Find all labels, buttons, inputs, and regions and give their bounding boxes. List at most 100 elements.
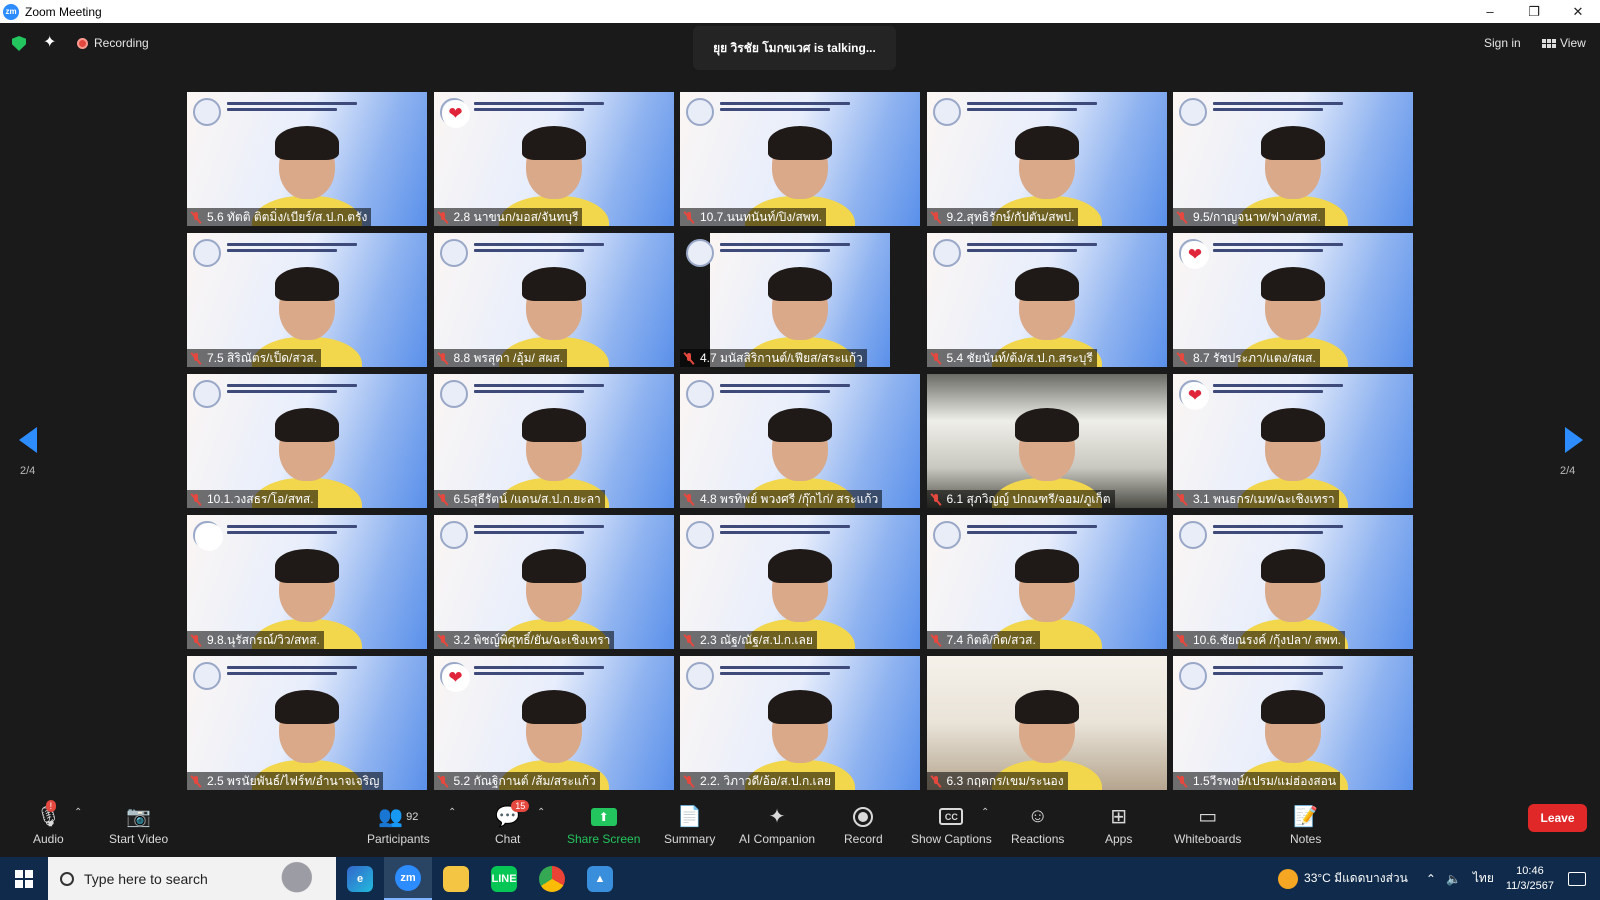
participant-tile[interactable]: 10.6.ชัยณรงค์ /กุ้งปลา/ สพท. bbox=[1173, 515, 1413, 649]
participants-count: 92 bbox=[406, 810, 419, 823]
mic-muted-icon bbox=[683, 352, 695, 365]
seal-icon bbox=[932, 521, 961, 549]
grid-view-icon bbox=[1542, 38, 1556, 48]
recording-label[interactable]: Recording bbox=[94, 36, 149, 50]
participant-tile[interactable]: 9.2.สุทธิรักษ์/กัปตัน/สพป. bbox=[926, 92, 1167, 226]
participant-name: 9.5/กาญจนาท/ฟาง/สทส. bbox=[1193, 209, 1321, 224]
ai-companion-icon: ✦ bbox=[768, 806, 786, 828]
participant-tile[interactable]: 6.5สุธีรัตน์ /แดน/ส.ป.ก.ยะลา bbox=[433, 374, 674, 508]
share-screen-button[interactable]: ⬆ Share Screen bbox=[567, 803, 640, 846]
participant-name-tag: 2.2. วิภาวดี/อ้อ/ส.ป.ก.เลย bbox=[680, 772, 836, 790]
seal-icon bbox=[1179, 521, 1207, 549]
participant-tile[interactable]: 6.1 สุภวิญญ์ ปกณฑรี/จอม/ภูเก็ต bbox=[926, 374, 1167, 508]
participant-tile[interactable]: 4.7 มนัสสิริกานต์/เฟียส/สระแก้ว bbox=[680, 233, 920, 367]
participant-tile[interactable]: 😂 9.8.นุรัสกรณ์/วิว/สทส. bbox=[187, 515, 427, 649]
record-label: Record bbox=[844, 832, 883, 846]
participant-tile[interactable]: 2.2. วิภาวดี/อ้อ/ส.ป.ก.เลย bbox=[680, 656, 920, 790]
mic-muted-icon bbox=[683, 775, 695, 788]
participant-tile[interactable]: ❤ 3.1 พนธกร/เมท/ฉะเชิงเทรา bbox=[1173, 374, 1413, 508]
participant-tile[interactable]: 6.3 กฤตกร/เขม/ระนอง bbox=[926, 656, 1167, 790]
summary-button[interactable]: 📄 Summary bbox=[664, 803, 715, 846]
seal-icon bbox=[193, 662, 221, 690]
participant-tile[interactable]: ❤ 5.2 กัณฐิกานต์ /ส้ม/สระแก้ว bbox=[433, 656, 674, 790]
close-button[interactable]: ✕ bbox=[1556, 0, 1600, 23]
apps-label: Apps bbox=[1105, 832, 1133, 846]
taskbar-search[interactable]: Type here to search bbox=[48, 857, 336, 900]
participants-options-caret-icon[interactable]: ⌃ bbox=[448, 807, 456, 818]
chat-button[interactable]: 💬 15 Chat bbox=[495, 800, 530, 846]
seal-icon bbox=[686, 380, 714, 408]
minimize-button[interactable]: – bbox=[1468, 0, 1512, 23]
show-hidden-icons-chevron-icon[interactable]: ⌃ bbox=[1426, 872, 1436, 886]
participant-tile[interactable]: ❤ 8.7 รัชประภา/แตง/สผส. bbox=[1173, 233, 1413, 367]
mic-muted-icon bbox=[683, 211, 695, 224]
participant-name-tag: 6.1 สุภวิญญ์ ปกณฑรี/จอม/ภูเก็ต bbox=[926, 490, 1115, 508]
seal-icon bbox=[686, 239, 714, 267]
sign-in-link[interactable]: Sign in bbox=[1484, 36, 1521, 50]
mic-muted-icon bbox=[930, 775, 942, 788]
record-button[interactable]: Record bbox=[844, 803, 883, 846]
notifications-icon[interactable] bbox=[1568, 871, 1586, 886]
mic-muted-icon bbox=[1176, 211, 1188, 224]
audio-button[interactable]: 🎙! Audio bbox=[33, 800, 64, 846]
leave-button[interactable]: Leave bbox=[1528, 804, 1587, 832]
taskbar-zoom[interactable]: zm bbox=[384, 857, 432, 900]
participant-tile[interactable]: 7.5 สิริณัตร/เป็ด/สวส. bbox=[187, 233, 427, 367]
participant-name-tag: 7.4 กิตติ/กิต/สวส. bbox=[926, 631, 1040, 649]
participant-tile[interactable]: 10.1.วงสธร/โอ/สทส. bbox=[187, 374, 427, 508]
windows-taskbar: Type here to search e zm LINE ▲ 33°C มีแ… bbox=[0, 857, 1600, 900]
taskbar-edge[interactable]: e bbox=[336, 857, 384, 900]
participant-tile[interactable]: 8.8 พรสุดา /อุ้ม/ สผส. bbox=[433, 233, 674, 367]
next-page-arrow-icon[interactable] bbox=[1565, 427, 1583, 453]
participant-tile[interactable]: 9.5/กาญจนาท/ฟาง/สทส. bbox=[1173, 92, 1413, 226]
ai-sparkle-icon[interactable]: ✦ bbox=[43, 32, 56, 52]
participants-button[interactable]: 👥 92 Participants bbox=[367, 803, 430, 846]
view-button[interactable]: View bbox=[1542, 36, 1586, 50]
chat-options-caret-icon[interactable]: ⌃ bbox=[537, 807, 545, 818]
audio-options-caret-icon[interactable]: ⌃ bbox=[74, 807, 82, 818]
security-shield-icon[interactable] bbox=[12, 36, 26, 51]
reactions-label: Reactions bbox=[1011, 832, 1065, 846]
system-tray: 33°C มีแดดบางส่วน ⌃ 🔈 ไทย 10:46 11/3/256… bbox=[1278, 857, 1600, 900]
whiteboards-button[interactable]: ▭ Whiteboards bbox=[1174, 803, 1241, 846]
participant-tile[interactable]: 10.7.นนทนันท์/ปิง/สพท. bbox=[680, 92, 920, 226]
participant-tile[interactable]: 4.8 พรทิพย์ พวงศรี /กุ๊กไก่/ สระแก้ว bbox=[680, 374, 920, 508]
mic-muted-icon bbox=[437, 493, 449, 506]
language-indicator[interactable]: ไทย bbox=[1473, 869, 1494, 888]
participant-tile[interactable]: 5.4 ชัยนันท์/ต้ง/ส.ป.ก.สระบุรี bbox=[926, 233, 1167, 367]
participant-tile[interactable]: 3.2 พิชญ์พิศุทธิ์/ยัน/ฉะเชิงเทรา bbox=[433, 515, 674, 649]
taskbar-file-explorer[interactable] bbox=[432, 857, 480, 900]
taskbar-photos[interactable]: ▲ bbox=[576, 857, 624, 900]
ai-companion-button[interactable]: ✦ AI Companion bbox=[739, 803, 815, 846]
participant-name-tag: 8.8 พรสุดา /อุ้ม/ สผส. bbox=[433, 349, 568, 367]
seal-icon bbox=[193, 380, 221, 408]
start-button[interactable] bbox=[0, 857, 48, 900]
participant-tile[interactable]: 7.4 กิตติ/กิต/สวส. bbox=[926, 515, 1167, 649]
notes-button[interactable]: 📝 Notes bbox=[1290, 803, 1321, 846]
restore-button[interactable]: ❐ bbox=[1512, 0, 1556, 23]
taskbar-line[interactable]: LINE bbox=[480, 857, 528, 900]
volume-icon[interactable]: 🔈 bbox=[1446, 872, 1461, 886]
reactions-button[interactable]: ☺ Reactions bbox=[1011, 803, 1064, 846]
seal-icon bbox=[686, 98, 714, 126]
start-video-button[interactable]: 📷 Start Video bbox=[109, 803, 168, 846]
whiteboard-icon: ▭ bbox=[1198, 806, 1218, 828]
participant-tile[interactable]: 5.6 ทัตติ ติตมิ่ง/เบียร์/ส.ป.ก.ตรัง bbox=[187, 92, 427, 226]
seal-icon bbox=[439, 239, 468, 267]
mic-muted-icon bbox=[930, 493, 942, 506]
apps-icon: ⊞ bbox=[1110, 806, 1128, 828]
participant-tile[interactable]: ❤ 2.8 นาขนก/มอส/จันทบุรี bbox=[433, 92, 674, 226]
show-captions-button[interactable]: CC Show Captions bbox=[911, 803, 992, 846]
participant-name: 6.1 สุภวิญญ์ ปกณฑรี/จอม/ภูเก็ต bbox=[946, 491, 1111, 506]
apps-button[interactable]: ⊞ Apps bbox=[1105, 803, 1132, 846]
clock[interactable]: 10:46 11/3/2567 bbox=[1506, 864, 1554, 894]
view-label: View bbox=[1560, 36, 1586, 50]
participant-tile[interactable]: 1.5วีรพงษ์/เปรม/แม่ฮ่องสอน bbox=[1173, 656, 1413, 790]
previous-page-arrow-icon[interactable] bbox=[19, 427, 37, 453]
mic-muted-icon bbox=[437, 634, 449, 647]
weather-text[interactable]: 33°C มีแดดบางส่วน bbox=[1304, 869, 1408, 888]
participant-tile[interactable]: 2.3 ณัฐ/ณัฐ/ส.ป.ก.เลย bbox=[680, 515, 920, 649]
taskbar-chrome[interactable] bbox=[528, 857, 576, 900]
captions-options-caret-icon[interactable]: ⌃ bbox=[981, 807, 989, 818]
participant-tile[interactable]: 2.5 พรนัยพันธ์/ไฟร์ท/อำนาจเจริญ bbox=[187, 656, 427, 790]
